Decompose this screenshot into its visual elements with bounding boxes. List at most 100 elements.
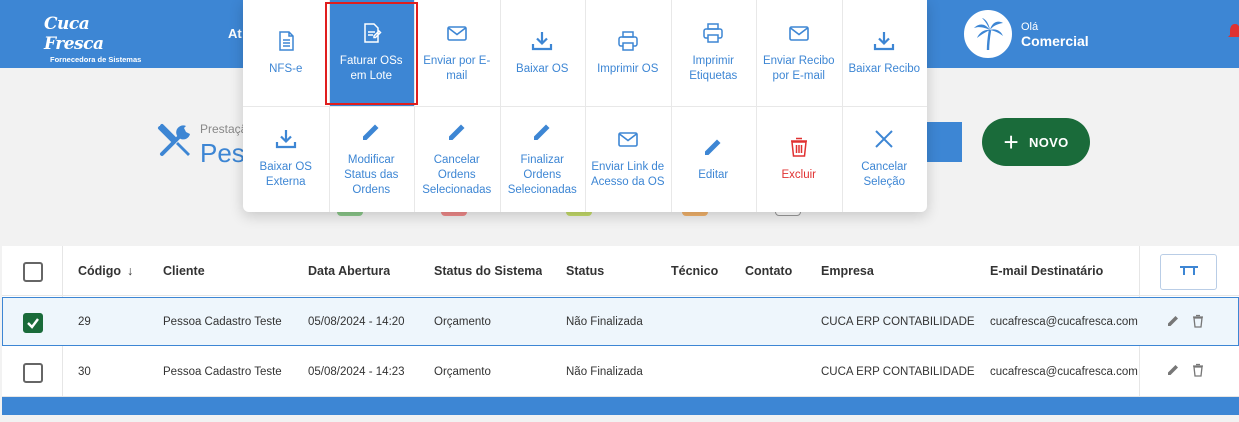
check-icon: [27, 318, 39, 329]
cell-empresa: CUCA ERP CONTABILIDADE: [821, 365, 975, 378]
cell-status: Não Finalizada: [566, 315, 643, 328]
palm-tree-icon: [974, 18, 1003, 51]
action-enviar-por-e-mail[interactable]: Enviar por E-mail: [414, 0, 500, 106]
greeting: Olá: [1021, 21, 1039, 33]
col-codigo[interactable]: Código ↓: [78, 246, 133, 295]
cell-cliente: Pessoa Cadastro Teste: [163, 315, 282, 328]
cell-cliente: Pessoa Cadastro Teste: [163, 365, 282, 378]
edit-row-icon[interactable]: [1166, 314, 1180, 328]
cell-status-sistema: Orçamento: [434, 315, 491, 328]
table-row[interactable]: 30 Pessoa Cadastro Teste 05/08/2024 - 14…: [2, 347, 1239, 397]
trash-icon: [790, 137, 807, 157]
action-label: Enviar Link de Acesso da OS: [590, 161, 665, 188]
action-label: Enviar por E-mail: [423, 55, 491, 82]
col-empresa[interactable]: Empresa: [821, 246, 874, 295]
col-contato[interactable]: Contato: [745, 246, 792, 295]
new-button-label: NOVO: [1029, 134, 1069, 150]
cell-email: cucafresca@cucafresca.com.br: [990, 315, 1138, 328]
bell-icon[interactable]: [1228, 22, 1239, 40]
cell-codigo: 29: [78, 315, 91, 328]
logo-tagline: Fornecedora de Sistemas: [50, 55, 142, 64]
action-label: Cancelar Seleção: [861, 161, 908, 188]
delete-row-icon[interactable]: [1191, 363, 1205, 377]
action-baixar-os[interactable]: Baixar OS: [500, 0, 586, 106]
print-icon: [703, 23, 723, 43]
plus-icon: +: [1003, 127, 1019, 157]
columns-config-button[interactable]: [1160, 254, 1217, 290]
logo-text: Cuca Fresca: [44, 14, 104, 54]
close-icon: [875, 130, 893, 148]
action-label: Baixar OS Externa: [259, 161, 312, 188]
mail-icon: [446, 26, 467, 41]
logo[interactable]: Cuca Fresca Fornecedora de Sistemas: [44, 14, 144, 64]
action-cancelar-ordens-selecionadas[interactable]: Cancelar Ordens Selecionadas: [414, 106, 500, 212]
mail-icon: [617, 132, 638, 147]
action-label: Enviar Recibo por E-mail: [762, 55, 835, 82]
cell-email: cucafresca@cucafresca.com.br: [990, 365, 1138, 378]
action-label: Cancelar Ordens Selecionadas: [422, 153, 492, 196]
cell-data: 05/08/2024 - 14:20: [308, 315, 405, 328]
col-email[interactable]: E-mail Destinatário: [990, 246, 1138, 295]
action-label: Imprimir OS: [597, 62, 659, 75]
action-label: Excluir: [781, 168, 816, 181]
cell-data: 05/08/2024 - 14:23: [308, 365, 405, 378]
col-status[interactable]: Status: [566, 246, 604, 295]
cell-status: Não Finalizada: [566, 365, 643, 378]
pencil-icon: [448, 124, 465, 140]
table-row[interactable]: 29 Pessoa Cadastro Teste 05/08/2024 - 14…: [2, 297, 1239, 346]
download-icon: [874, 31, 895, 50]
download-icon: [275, 130, 296, 149]
action-label: Finalizar Ordens Selecionadas: [507, 153, 577, 196]
action-nfs-e[interactable]: NFS-e: [243, 0, 329, 106]
row-checkbox[interactable]: [23, 363, 43, 383]
col-tecnico[interactable]: Técnico: [671, 246, 718, 295]
action-editar[interactable]: Editar: [671, 106, 757, 212]
download-icon: [532, 31, 553, 50]
delete-row-icon[interactable]: [1191, 314, 1205, 328]
pencil-icon: [534, 124, 550, 140]
action-imprimir-os[interactable]: Imprimir OS: [585, 0, 671, 106]
col-status-sistema[interactable]: Status do Sistema: [434, 246, 542, 295]
columns-icon: [1179, 266, 1198, 275]
orders-table: Código ↓ Cliente Data Abertura Status do…: [2, 246, 1239, 397]
cell-empresa: CUCA ERP CONTABILIDADE: [821, 315, 975, 328]
cell-status-sistema: Orçamento: [434, 365, 491, 378]
action-finalizar-ordens-selecionadas[interactable]: Finalizar Ordens Selecionadas: [500, 106, 586, 212]
pencil-icon: [363, 124, 379, 140]
avatar: [964, 10, 1012, 58]
col-data-abertura[interactable]: Data Abertura: [308, 246, 390, 295]
action-baixar-os-externa[interactable]: Baixar OS Externa: [243, 106, 329, 212]
action-label: Modificar Status das Ordens: [344, 153, 399, 196]
col-cliente[interactable]: Cliente: [163, 246, 205, 295]
action-enviar-recibo-por-e-mail[interactable]: Enviar Recibo por E-mail: [756, 0, 842, 106]
row-checkbox[interactable]: [23, 313, 43, 333]
select-all-checkbox[interactable]: [23, 262, 43, 282]
page-subtitle: Prestaçã: [200, 122, 248, 136]
action-baixar-recibo[interactable]: Baixar Recibo: [842, 0, 928, 106]
action-excluir[interactable]: Excluir: [756, 106, 842, 212]
mail-icon: [788, 26, 809, 41]
table-header-row: Código ↓ Cliente Data Abertura Status do…: [2, 246, 1239, 296]
document-icon: [279, 30, 294, 51]
search-button[interactable]: [926, 122, 962, 162]
pencil-icon: [705, 139, 721, 155]
nav-item-atendimento[interactable]: At: [228, 26, 242, 41]
action-label: Imprimir Etiquetas: [689, 55, 738, 82]
action-enviar-link-de-acesso-da-os[interactable]: Enviar Link de Acesso da OS: [585, 106, 671, 212]
user-menu[interactable]: Olá Comercial: [964, 10, 1089, 58]
action-label: Baixar Recibo: [848, 62, 921, 75]
action-imprimir-etiquetas[interactable]: Imprimir Etiquetas: [671, 0, 757, 106]
table-footer-bar: [2, 397, 1239, 415]
user-name: Comercial: [1021, 33, 1089, 49]
col-codigo-label: Código: [78, 263, 122, 278]
sort-down-icon: ↓: [127, 263, 134, 278]
new-button[interactable]: + NOVO: [982, 118, 1090, 166]
tools-icon: [158, 124, 190, 156]
print-icon: [618, 30, 638, 51]
selection-highlight: [325, 2, 418, 105]
menu-divider: [243, 106, 927, 107]
action-cancelar-selecao[interactable]: Cancelar Seleção: [842, 106, 928, 212]
action-modificar-status-das-ordens[interactable]: Modificar Status das Ordens: [329, 106, 415, 212]
action-label: Editar: [698, 168, 729, 181]
edit-row-icon[interactable]: [1166, 363, 1180, 377]
